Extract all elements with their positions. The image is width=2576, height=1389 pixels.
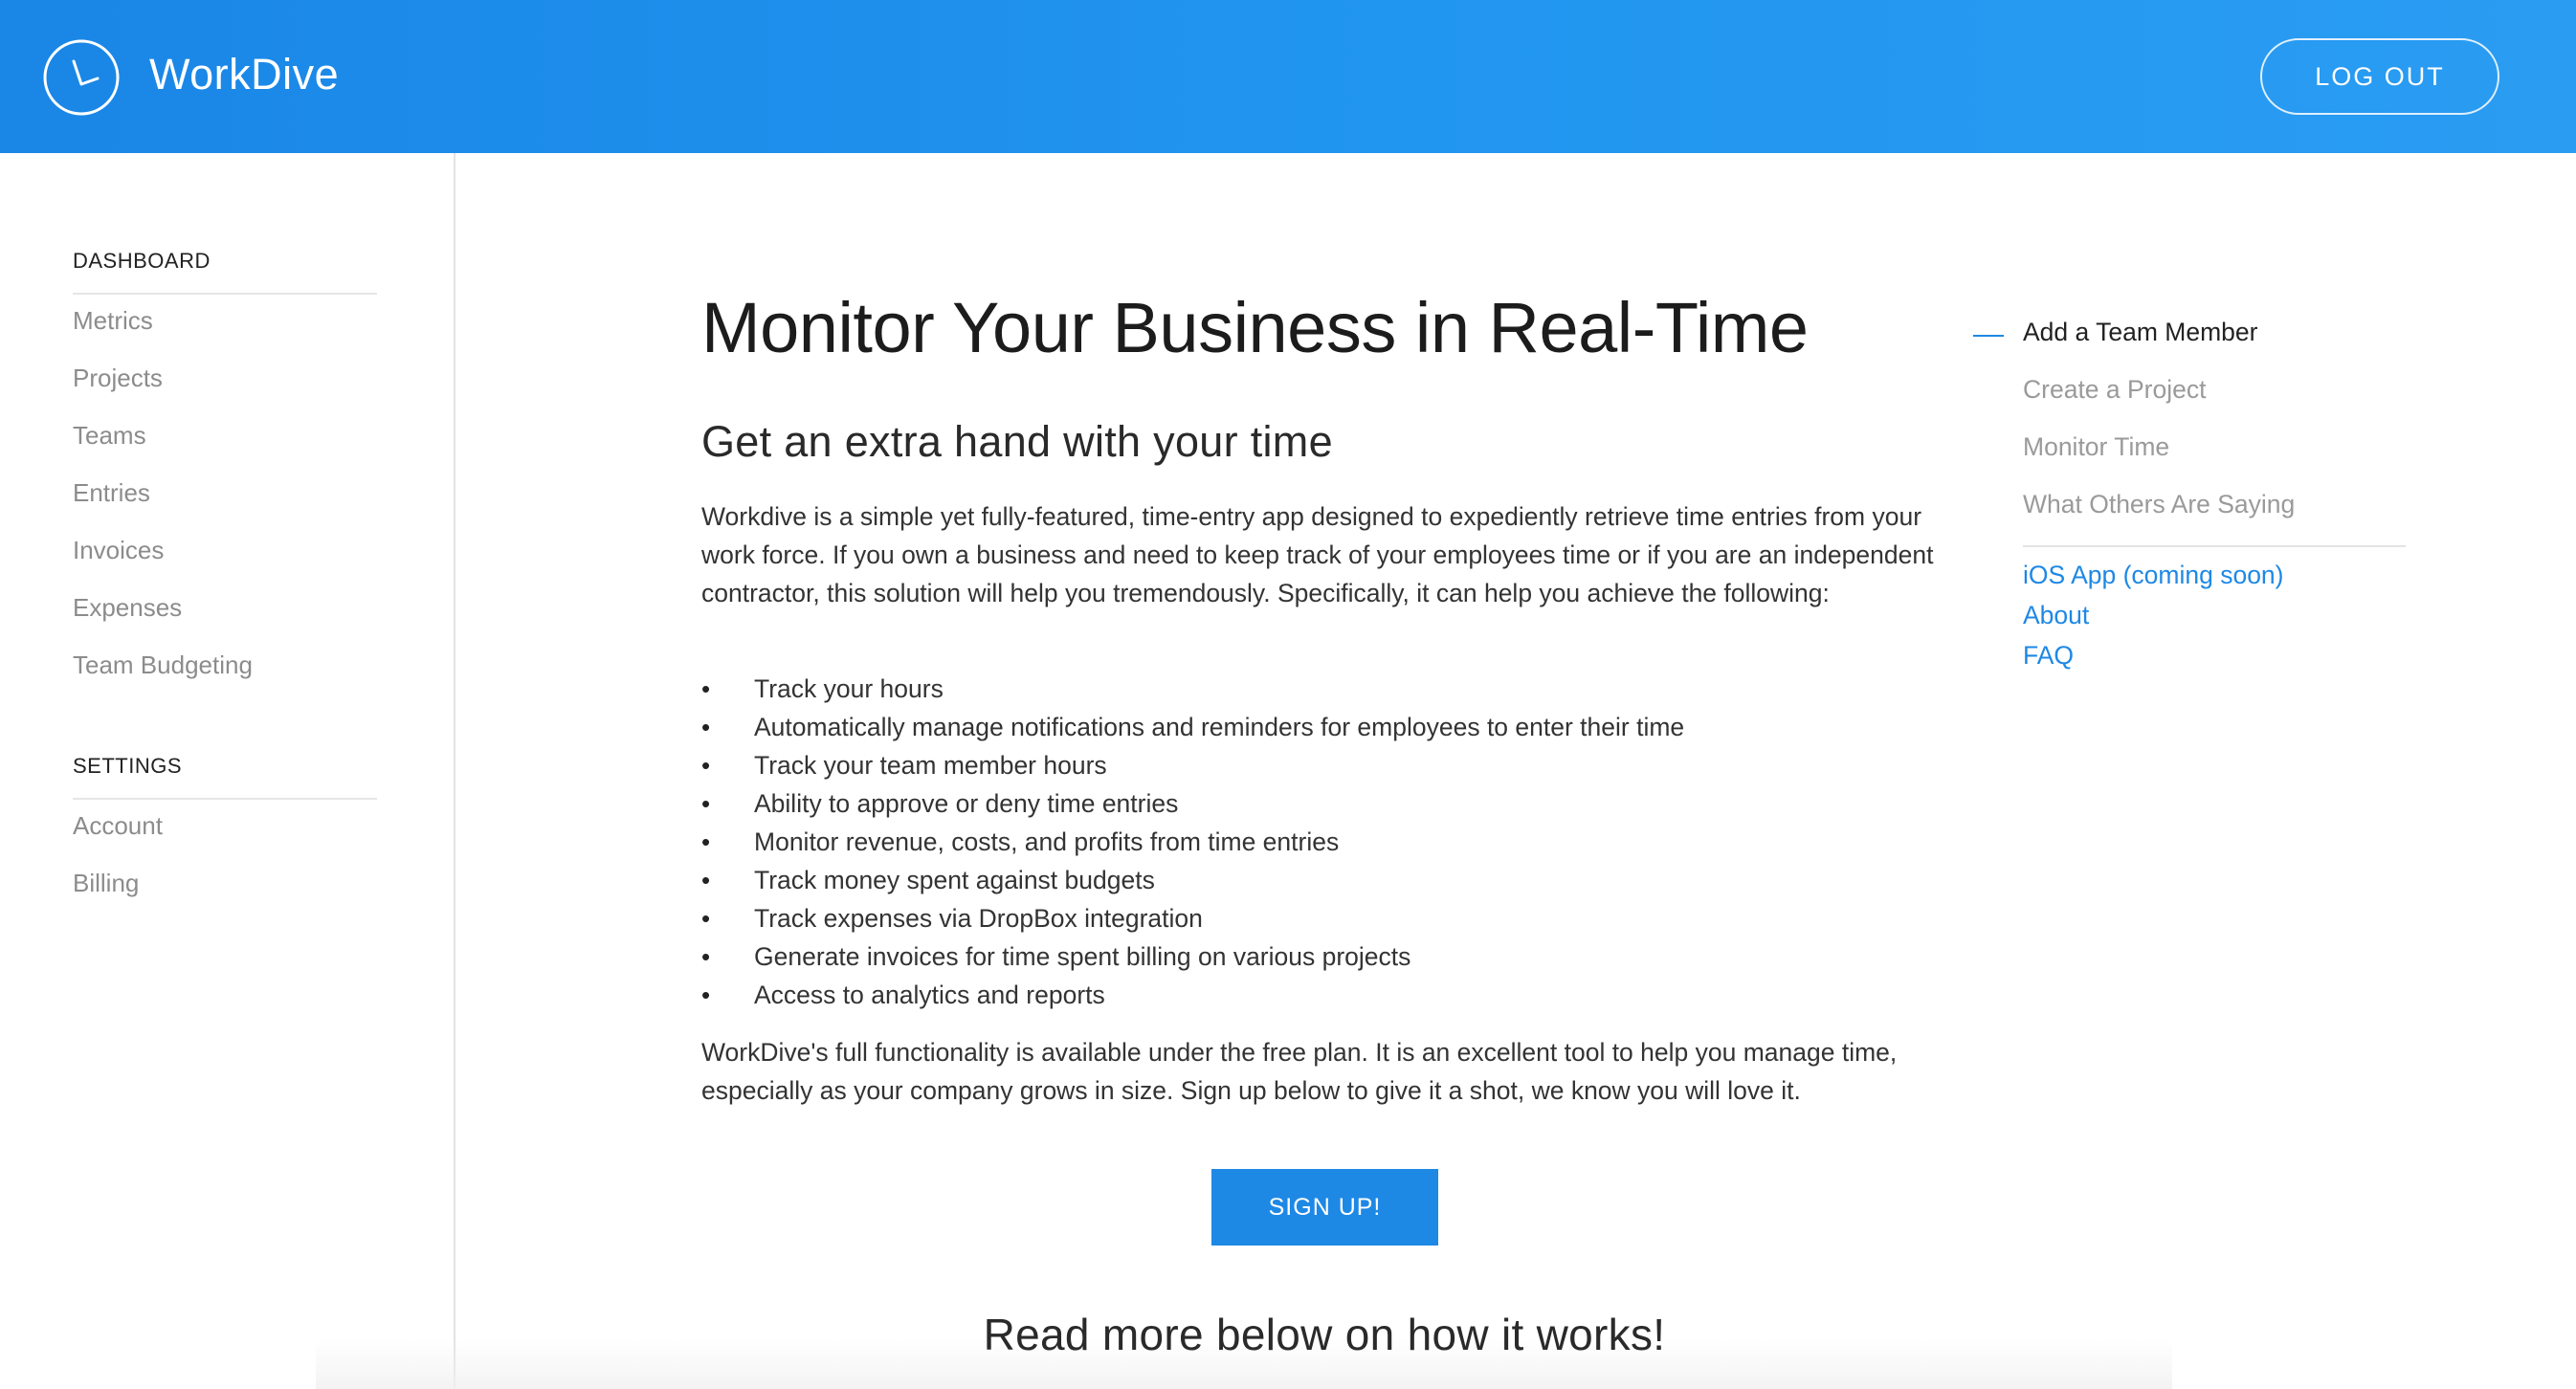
list-item: • Track money spent against budgets xyxy=(701,861,1965,899)
link-faq[interactable]: FAQ xyxy=(2023,641,2074,671)
sidebar-item-account[interactable]: Account xyxy=(73,811,163,841)
sidebar-section-dashboard[interactable]: DASHBOARD xyxy=(73,249,211,274)
list-item: • Ability to approve or deny time entries xyxy=(701,784,1965,823)
bullet: • xyxy=(701,942,711,971)
top-header: WorkDive LOG OUT xyxy=(0,0,2576,153)
sidebar-divider xyxy=(73,798,377,800)
intro-paragraph: Workdive is a simple yet fully-featured,… xyxy=(701,502,1934,607)
link-ios-app[interactable]: iOS App (coming soon) xyxy=(2023,561,2284,590)
sidebar-item-billing[interactable]: Billing xyxy=(73,869,139,898)
list-item: • Monitor revenue, costs, and profits fro… xyxy=(701,823,1965,861)
toc-divider xyxy=(2023,545,2406,547)
toc-item-create-project[interactable]: Create a Project xyxy=(2023,375,2206,405)
sidebar: DASHBOARD Metrics Projects Teams Entries… xyxy=(0,153,455,1389)
toc-item-monitor-time[interactable]: Monitor Time xyxy=(2023,432,2169,462)
sidebar-divider xyxy=(73,293,377,295)
outro-paragraph: WorkDive's full functionality is availab… xyxy=(701,1038,1898,1105)
toc-active-indicator xyxy=(1973,335,2004,337)
sidebar-item-teams[interactable]: Teams xyxy=(73,421,146,451)
bullet: • xyxy=(701,674,711,703)
list-item: • Track your team member hours xyxy=(701,746,1965,784)
sidebar-item-invoices[interactable]: Invoices xyxy=(73,536,164,565)
bullet: • xyxy=(701,981,711,1009)
bullet: • xyxy=(701,751,711,780)
bullet: • xyxy=(701,827,711,856)
toc-item-what-others-are-saying[interactable]: What Others Are Saying xyxy=(2023,490,2295,519)
bullet: • xyxy=(701,713,711,741)
feature-list: • Track your hours • Automatically manage … xyxy=(701,670,1965,1014)
sidebar-item-entries[interactable]: Entries xyxy=(73,478,150,508)
list-item: • Access to analytics and reports xyxy=(701,976,1965,1014)
list-item: • Automatically manage notifications and … xyxy=(701,708,1965,746)
list-item: • Track expenses via DropBox integration xyxy=(701,899,1965,937)
logout-button[interactable]: LOG OUT xyxy=(2260,38,2499,115)
bullet: • xyxy=(701,789,711,818)
sidebar-item-expenses[interactable]: Expenses xyxy=(73,593,182,623)
bullet: • xyxy=(701,904,711,933)
sidebar-item-metrics[interactable]: Metrics xyxy=(73,306,153,336)
sidebar-item-team-budgeting[interactable]: Team Budgeting xyxy=(73,650,253,680)
list-item: • Track your hours xyxy=(701,670,1965,708)
clock-icon[interactable] xyxy=(42,38,121,117)
signup-button[interactable]: SIGN UP! xyxy=(1211,1169,1438,1246)
sidebar-section-settings[interactable]: SETTINGS xyxy=(73,754,182,779)
link-about[interactable]: About xyxy=(2023,601,2089,630)
page-subtitle: Get an extra hand with your time xyxy=(701,417,1333,466)
read-more-heading: Read more below on how it works! xyxy=(983,1310,1666,1359)
toc-item-add-team-member[interactable]: Add a Team Member xyxy=(2023,318,2258,347)
bullet: • xyxy=(701,866,711,894)
page-title: Monitor Your Business in Real-Time xyxy=(701,288,1809,367)
sidebar-item-projects[interactable]: Projects xyxy=(73,364,163,393)
brand-name[interactable]: WorkDive xyxy=(149,50,339,99)
list-item: • Generate invoices for time spent billin… xyxy=(701,937,1965,976)
